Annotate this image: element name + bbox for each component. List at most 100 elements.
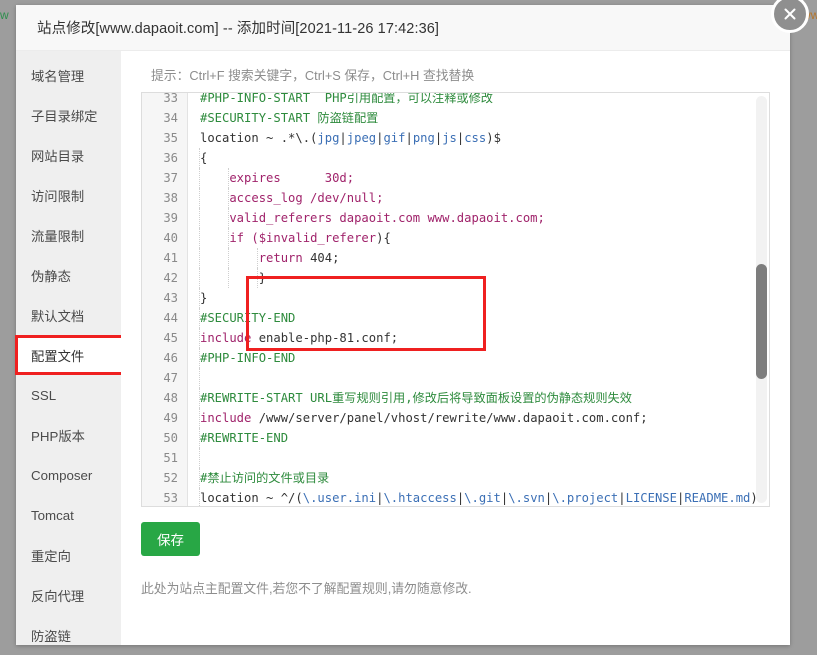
sidebar-item-11[interactable]: Tomcat xyxy=(16,495,121,535)
line-number: 48 xyxy=(163,391,178,405)
sidebar-item-1[interactable]: 子目录绑定 xyxy=(16,95,121,135)
indent-guide xyxy=(228,208,229,228)
code-token: #SECURITY-START 防盗链配置 xyxy=(200,111,379,125)
editor-scrollbar[interactable] xyxy=(756,96,767,503)
line-number: 42 xyxy=(163,271,178,285)
code-line[interactable]: #REWRITE-END xyxy=(188,428,769,448)
indent-guide xyxy=(228,168,229,188)
save-button[interactable]: 保存 xyxy=(141,522,200,556)
dialog-body: 域名管理子目录绑定网站目录 访问限制 流量限制 伪静态 默认文档配置文件 SSL PHP版本… xyxy=(15,51,790,645)
indent-guide xyxy=(257,268,258,288)
indent-guide xyxy=(199,488,200,506)
dialog-title: 站点修改[www.dapaoit.com] -- 添加时间[2021-11-26… xyxy=(37,21,440,37)
sidebar-item-label: 配置文件 xyxy=(31,348,85,364)
code-line[interactable]: expires 30d; xyxy=(188,168,769,188)
sidebar-item-13[interactable]: 反向代理 xyxy=(16,575,121,615)
code-line[interactable]: #SECURITY-END xyxy=(188,308,769,328)
editor-code-area[interactable]: #PHP-INFO-START PHP引用配置，可以注释或修改 #SECURITY… xyxy=(188,93,769,506)
code-line[interactable]: location ~ ^/(\.user.ini|\.htaccess|\.gi… xyxy=(188,488,769,506)
code-token: | xyxy=(405,131,413,145)
line-number: 52 xyxy=(163,471,178,485)
line-number: 53 xyxy=(163,491,178,505)
indent-guide xyxy=(199,288,200,308)
code-line[interactable]: } xyxy=(188,288,769,308)
line-number: 43 xyxy=(163,291,178,305)
line-number: 44 xyxy=(163,311,178,325)
line-number: 36 xyxy=(163,151,178,165)
indent-guide xyxy=(228,228,229,248)
line-number: 37 xyxy=(163,171,178,185)
code-line[interactable]: if ($invalid_referer){ xyxy=(188,228,769,248)
code-line[interactable] xyxy=(188,368,769,388)
sidebar-item-8[interactable]: SSL xyxy=(16,375,121,415)
code-token: \.svn xyxy=(508,491,545,505)
code-line[interactable]: { xyxy=(188,148,769,168)
code-line[interactable]: #PHP-INFO-END xyxy=(188,348,769,368)
code-token: enable-php-81.conf; xyxy=(251,331,399,345)
indent-guide xyxy=(199,448,200,468)
sidebar-item-14[interactable]: 防盗链 xyxy=(16,615,121,655)
sidebar-item-6[interactable]: 默认文档 xyxy=(16,295,121,335)
code-line[interactable]: #禁止访问的文件或目录 xyxy=(188,468,769,488)
sidebar-item-0[interactable]: 域名管理 xyxy=(16,55,121,95)
sidebar-item-7[interactable]: 配置文件 xyxy=(15,335,125,375)
sidebar-item-5[interactable]: 伪静态 xyxy=(16,255,121,295)
code-line[interactable]: return 404; xyxy=(188,248,769,268)
code-token: \.git xyxy=(464,491,501,505)
sidebar-item-9[interactable]: PHP版本 xyxy=(16,415,121,455)
code-token: location ~ ^/( xyxy=(200,491,303,505)
code-line[interactable]: access_log /dev/null; xyxy=(188,188,769,208)
code-line[interactable]: include /www/server/panel/vhost/rewrite/… xyxy=(188,408,769,428)
code-line[interactable]: valid_referers dapaoit.com www.dapaoit.c… xyxy=(188,208,769,228)
indent-guide xyxy=(228,268,229,288)
sidebar-item-3[interactable]: 访问限制 xyxy=(16,175,121,215)
code-token: \.htaccess xyxy=(383,491,457,505)
line-number: 35 xyxy=(163,131,178,145)
sidebar-item-label: Composer xyxy=(31,467,93,483)
line-number: 39 xyxy=(163,211,178,225)
indent-guide xyxy=(199,228,200,248)
indent-guide xyxy=(199,308,200,328)
code-line[interactable]: #PHP-INFO-START PHP引用配置，可以注释或修改 xyxy=(188,93,769,108)
indent-guide xyxy=(199,188,200,208)
indent-guide xyxy=(199,348,200,368)
indent-guide xyxy=(199,248,200,268)
code-token: include xyxy=(200,411,252,425)
indent-guide xyxy=(228,188,229,208)
code-token: js xyxy=(442,131,457,145)
settings-content: 提示：Ctrl+F 搜索关键字，Ctrl+S 保存，Ctrl+H 查找替换 33… xyxy=(121,51,790,645)
code-token: #SECURITY-END xyxy=(200,311,296,325)
line-number: 47 xyxy=(163,371,178,385)
actions-row: 保存 xyxy=(141,522,772,556)
line-number: 40 xyxy=(163,231,178,245)
indent-guide xyxy=(199,388,200,408)
editor-scrollbar-thumb[interactable] xyxy=(756,264,767,379)
code-line[interactable]: } xyxy=(188,268,769,288)
code-line[interactable]: location ~ .*\.(jpg|jpeg|gif|png|js|css)… xyxy=(188,128,769,148)
indent-guide xyxy=(199,268,200,288)
site-edit-dialog: 站点修改[www.dapaoit.com] -- 添加时间[2021-11-26… xyxy=(15,0,809,645)
code-token: 404; xyxy=(310,251,340,265)
line-number: 33 xyxy=(163,92,178,105)
code-token: if ( xyxy=(200,231,259,245)
code-line[interactable] xyxy=(188,448,769,468)
code-token: include xyxy=(200,331,252,345)
line-number: 34 xyxy=(163,111,178,125)
line-number: 45 xyxy=(163,331,178,345)
config-file-editor[interactable]: 33 34 35 36 37 38 39 40 41 42 43 44 45 46 47 48 49 50 51 52… xyxy=(141,92,770,507)
sidebar-item-2[interactable]: 网站目录 xyxy=(16,135,121,175)
sidebar-item-label: 子目录绑定 xyxy=(31,108,98,124)
code-token: jpg xyxy=(317,131,340,145)
code-token: jpeg xyxy=(346,131,377,145)
indent-guide xyxy=(199,468,200,488)
sidebar-item-4[interactable]: 流量限制 xyxy=(16,215,121,255)
code-token: )$ xyxy=(486,131,501,145)
code-line[interactable]: #REWRITE-START URL重写规则引用,修改后将导致面板设置的伪静态规… xyxy=(188,388,769,408)
indent-guide xyxy=(199,148,200,168)
sidebar-item-10[interactable]: Composer xyxy=(16,455,121,495)
code-token: #PHP-INFO-START PHP引用配置，可以注释或修改 xyxy=(200,93,493,105)
code-line[interactable]: #SECURITY-START 防盗链配置 xyxy=(188,108,769,128)
indent-guide xyxy=(199,168,200,188)
code-line[interactable]: include enable-php-81.conf; xyxy=(188,328,769,348)
sidebar-item-12[interactable]: 重定向 xyxy=(16,535,121,575)
